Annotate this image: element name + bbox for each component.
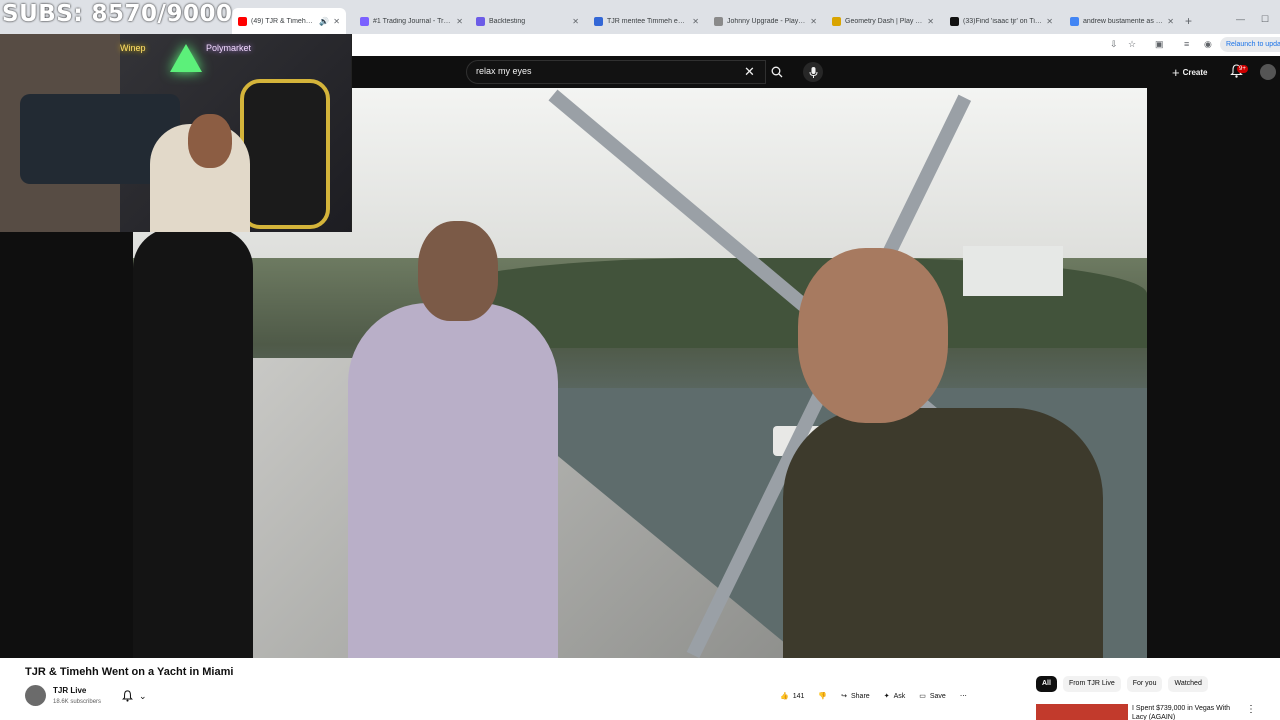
video-frame-person (348, 303, 558, 658)
close-icon[interactable]: ✕ (572, 17, 579, 26)
mic-icon (809, 66, 817, 78)
dislike-button[interactable]: 👎 (818, 692, 827, 700)
more-vertical-icon[interactable]: ⋮ (1246, 704, 1256, 715)
share-icon: ↪ (841, 693, 847, 700)
video-actions: 👍 141 👎 ↪ Share ✦ Ask ▭ Save ⋯ (780, 687, 981, 705)
tab-tjr-mentee[interactable]: TJR mentee Timmeh earns ✕ (588, 10, 705, 32)
tab-label: andrew bustamente as a sp (1083, 17, 1164, 25)
youtube-favicon-icon (238, 16, 247, 26)
neon-triangle-icon (170, 44, 202, 72)
tiktok-favicon-icon (950, 16, 959, 26)
webcam-streamer-head (188, 114, 232, 168)
close-icon[interactable]: ✕ (1167, 17, 1174, 26)
create-label: Create (1182, 67, 1208, 77)
webcam-overlay: Winep Polymarket (0, 34, 352, 232)
tab-favicon-icon (714, 16, 723, 26)
tab-label: Johnny Upgrade - Play it O (727, 17, 807, 25)
close-icon[interactable]: ✕ (456, 17, 463, 26)
tab-label: #1 Trading Journal - Trade (373, 17, 453, 25)
minimize-icon[interactable]: — (1236, 14, 1245, 24)
bookmark-star-icon[interactable]: ☆ (1128, 39, 1136, 50)
tab-label: (33)Find 'isaac tjr' on TikTok (963, 17, 1043, 25)
sparkle-icon: ✦ (883, 693, 890, 700)
video-title: TJR & Timehh Went on a Yacht in Miami (25, 666, 234, 678)
recommendation-filter-chips: All From TJR Live For you Watched (1036, 676, 1208, 692)
neon-sign-left: Winep (120, 43, 146, 53)
thumbs-up-icon: 👍 (780, 693, 789, 700)
video-frame-person-head (798, 248, 948, 423)
profile-icon[interactable]: ◉ (1204, 39, 1212, 50)
close-icon[interactable]: ✕ (927, 17, 934, 26)
close-icon[interactable]: ✕ (810, 17, 817, 26)
more-actions-button[interactable]: ⋯ (960, 692, 967, 700)
voice-search-button[interactable] (803, 62, 823, 82)
recommended-video-title[interactable]: I Spent $739,000 in Vegas With Lacy (AGA… (1132, 704, 1242, 720)
tab-trading-journal[interactable]: #1 Trading Journal - Trade ✕ (354, 10, 469, 32)
video-frame-person-head (418, 221, 498, 321)
save-playlist-icon: ▭ (919, 693, 926, 700)
notification-badge: 9+ (1237, 65, 1248, 73)
google-favicon-icon (1070, 16, 1079, 26)
chip-all[interactable]: All (1036, 676, 1057, 692)
channel-subscriber-count: 18.6K subscribers (53, 699, 102, 705)
bell-icon (122, 690, 133, 702)
tab-geometry-dash[interactable]: Geometry Dash | Play Geom ✕ (826, 10, 940, 32)
tab-favicon-icon (476, 16, 485, 26)
tab-favicon-icon (360, 16, 369, 26)
search-input[interactable]: relax my eyes (476, 66, 532, 76)
share-button[interactable]: ↪ Share (841, 692, 870, 701)
search-button[interactable] (766, 60, 788, 84)
new-tab-icon[interactable]: + (1185, 14, 1192, 28)
create-button[interactable]: + Create (1172, 62, 1208, 82)
speaker-icon[interactable]: 🔊 (319, 17, 329, 26)
tab-label: Geometry Dash | Play Geom (845, 17, 923, 25)
tab-johnny-upgrade[interactable]: Johnny Upgrade - Play it O ✕ (708, 10, 823, 32)
install-icon[interactable]: ⇩ (1110, 39, 1118, 50)
media-controls-icon[interactable]: ≡ (1184, 39, 1189, 49)
maximize-icon[interactable]: ☐ (1261, 14, 1269, 25)
like-button[interactable]: 👍 141 (780, 692, 805, 701)
chip-watched[interactable]: Watched (1168, 676, 1208, 692)
neon-sign-right: Polymarket (206, 43, 252, 53)
video-frame-building (963, 246, 1063, 296)
sidebar-icon[interactable]: ▣ (1155, 39, 1164, 50)
ask-button[interactable]: ✦ Ask (883, 692, 906, 701)
ask-label: Ask (893, 692, 906, 700)
thumbs-down-icon: 👎 (818, 693, 828, 700)
channel-name[interactable]: TJR Live (53, 686, 86, 695)
chip-from-channel[interactable]: From TJR Live (1062, 676, 1121, 692)
tab-google-search[interactable]: andrew bustamente as a sp ✕ (1064, 10, 1180, 32)
subscription-bell-button[interactable]: ⌄ (122, 687, 147, 705)
clear-search-icon[interactable]: ✕ (744, 64, 755, 80)
close-icon[interactable]: ✕ (333, 17, 340, 26)
tab-favicon-icon (594, 16, 603, 26)
close-icon[interactable]: ✕ (1046, 17, 1053, 26)
more-horizontal-icon: ⋯ (959, 693, 967, 700)
recommended-video-thumbnail[interactable] (1036, 704, 1128, 720)
chip-for-you[interactable]: For you (1126, 676, 1163, 692)
search-icon (771, 66, 783, 78)
tab-label: TJR mentee Timmeh earns (607, 17, 689, 25)
share-label: Share (851, 692, 870, 700)
tab-active[interactable]: (49) TJR & Timehh Wen 🔊 ✕ (232, 8, 346, 34)
save-button[interactable]: ▭ Save (919, 692, 946, 701)
video-frame-person (783, 408, 1103, 658)
save-label: Save (929, 692, 946, 700)
subscriber-goal-overlay: SUBS: 8570/9000 (2, 1, 233, 27)
relaunch-button[interactable]: Relaunch to update (1220, 37, 1280, 52)
chevron-down-icon: ⌄ (139, 690, 147, 701)
video-frame-person (133, 228, 253, 658)
webcam-gaming-chair (240, 79, 330, 229)
close-icon[interactable]: ✕ (692, 17, 699, 26)
tab-label: Backtesting (489, 17, 526, 25)
account-avatar[interactable] (1260, 64, 1276, 80)
tab-favicon-icon (832, 16, 841, 26)
like-count: 141 (792, 692, 805, 700)
tab-backtesting[interactable]: Backtesting ✕ (470, 10, 585, 32)
tab-label: (49) TJR & Timehh Wen (251, 17, 315, 25)
tab-tiktok[interactable]: (33)Find 'isaac tjr' on TikTok ✕ (944, 10, 1059, 32)
plus-icon: + (1172, 64, 1180, 80)
channel-avatar[interactable] (25, 685, 46, 706)
